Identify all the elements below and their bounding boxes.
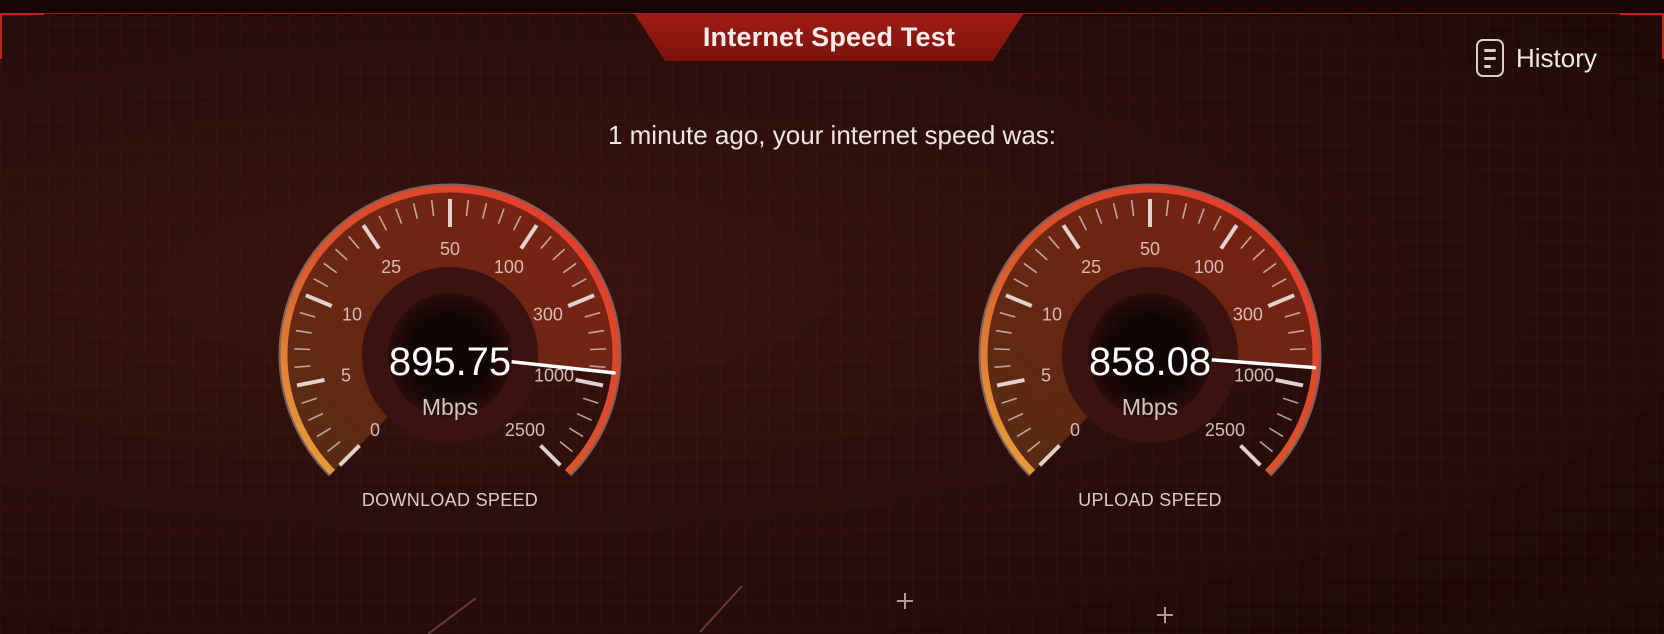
upload-speed-unit: Mbps — [1121, 394, 1179, 420]
download-speed-caption: DOWNLOAD SPEED — [361, 490, 539, 510]
background-grid — [0, 0, 1664, 634]
gauge-minor-tick — [1289, 348, 1306, 351]
gauge-scale-label: 2500 — [1205, 420, 1245, 440]
history-label: History — [1516, 42, 1597, 73]
gauge-scale-label: 100 — [1194, 257, 1224, 277]
top-bar — [0, 0, 1664, 14]
gauge-scale-label: 5 — [1041, 366, 1051, 386]
history-button[interactable]: History — [1476, 36, 1597, 80]
gauge-scale-label: 50 — [440, 239, 460, 259]
gauge-scale-label: 300 — [1233, 304, 1263, 324]
gauge-scale-label: 10 — [1042, 304, 1062, 324]
gauge-scale-label: 0 — [370, 420, 380, 440]
gauge-major-tick — [1239, 444, 1262, 467]
result-summary: 1 minute ago, your internet speed was: — [607, 120, 1057, 150]
title-tab: Internet Speed Test — [634, 13, 1024, 61]
upload-speed-caption: UPLOAD SPEED — [1078, 490, 1222, 510]
corner-bracket-right — [1620, 13, 1664, 59]
gauge-scale-label: 0 — [1070, 420, 1080, 440]
gauge-minor-tick — [994, 348, 1011, 351]
gauge-scale-label: 5 — [341, 366, 351, 386]
page-title: Internet Speed Test — [702, 21, 956, 52]
gauge-minor-tick — [1268, 427, 1284, 438]
decorative-lines — [427, 585, 1173, 634]
gauge-minor-tick — [294, 348, 311, 351]
download-speed-value: 895.75 — [388, 340, 512, 384]
gauge-major-tick — [1275, 378, 1304, 388]
upload-gauge: 0 5 10 25 50 100 300 1000 2500 858.08 Mbps UPLOA… — [970, 170, 1390, 520]
gauge-major-tick — [539, 444, 562, 467]
document-list-icon — [1476, 39, 1504, 77]
corner-bracket-left — [0, 13, 44, 59]
gauge-scale-label: 25 — [1081, 257, 1101, 277]
gauge-minor-tick — [568, 427, 584, 438]
download-speed-unit: Mbps — [421, 394, 479, 420]
gauge-scale-label: 1000 — [1234, 366, 1274, 386]
gauge-scale-label: 25 — [381, 257, 401, 277]
gauge-minor-tick — [559, 441, 574, 453]
gauge-minor-tick — [1282, 397, 1299, 404]
gauge-scale-label: 300 — [533, 304, 563, 324]
gauge-scale-label: 50 — [1140, 239, 1160, 259]
gauge-scale-label: 10 — [342, 304, 362, 324]
gauge-minor-tick — [1259, 441, 1274, 453]
gauge-minor-tick — [582, 397, 599, 404]
gauge-minor-tick — [576, 412, 593, 422]
gauge-major-tick — [575, 378, 604, 388]
upload-speed-value: 858.08 — [1088, 340, 1212, 384]
gauge-minor-tick — [1276, 412, 1293, 422]
download-gauge: 0 5 10 25 50 100 300 1000 2500 895.75 Mbps DOWNL… — [270, 170, 690, 520]
gauge-minor-tick — [589, 348, 606, 351]
gauge-scale-label: 2500 — [505, 420, 545, 440]
gauge-scale-label: 100 — [494, 257, 524, 277]
